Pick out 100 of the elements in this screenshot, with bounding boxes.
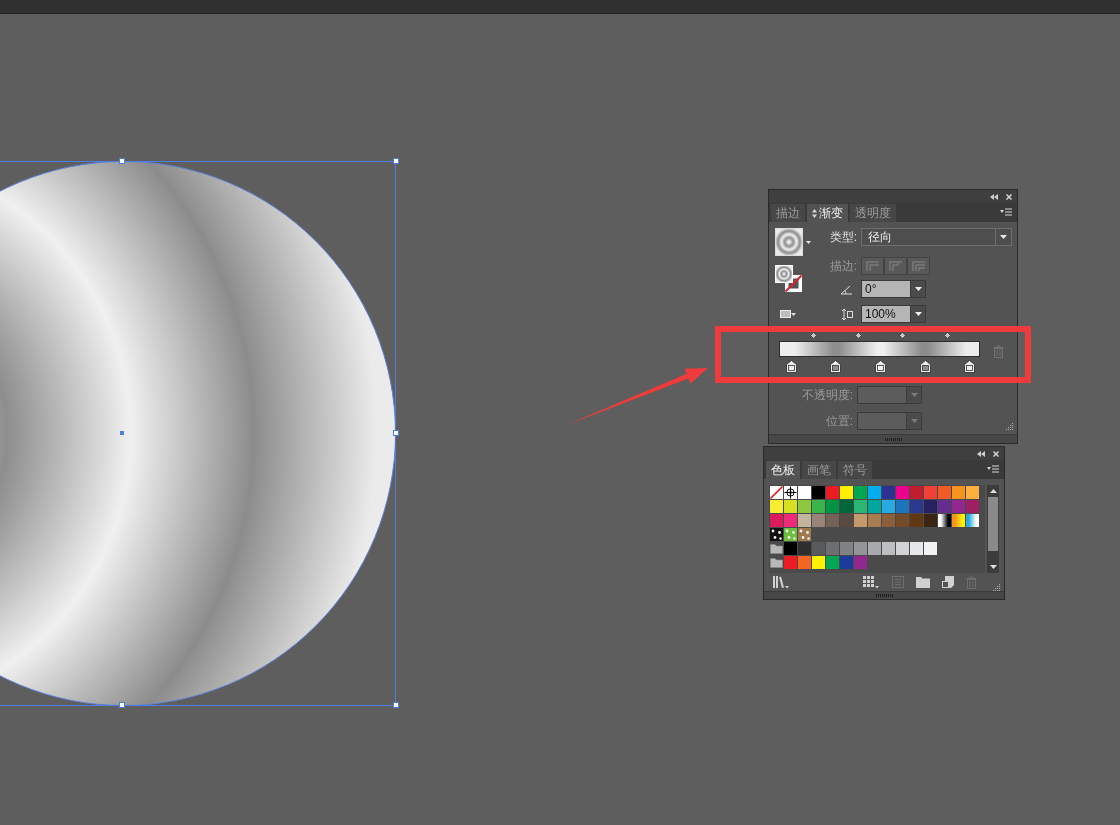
panel-tab[interactable]: 渐变 (807, 204, 848, 222)
close-icon[interactable] (993, 450, 999, 457)
diamond-icon[interactable] (944, 332, 952, 339)
color-swatch[interactable] (868, 486, 881, 499)
color-swatch[interactable] (840, 556, 853, 569)
dropdown-button[interactable] (911, 305, 926, 323)
color-swatch[interactable] (896, 486, 909, 499)
selection-handle[interactable] (393, 430, 399, 436)
scroll-down-icon[interactable] (989, 565, 997, 569)
aspect-ratio-field[interactable]: 100% (861, 305, 911, 323)
color-swatch[interactable] (840, 500, 853, 513)
color-swatch[interactable] (854, 486, 867, 499)
color-swatch[interactable] (784, 500, 797, 513)
gradient-swatch[interactable] (938, 514, 951, 527)
panel-tab[interactable]: 符号 (838, 461, 872, 479)
color-swatch[interactable] (784, 542, 797, 555)
dotted-swatch[interactable] (784, 528, 797, 541)
color-swatch[interactable] (910, 542, 923, 555)
folder-icon[interactable] (770, 542, 783, 555)
panel-tab[interactable]: 画笔 (802, 461, 836, 479)
scroll-up-icon[interactable] (989, 489, 997, 493)
color-swatch[interactable] (966, 486, 979, 499)
panel-menu-icon[interactable] (1000, 208, 1012, 216)
color-swatch[interactable] (854, 542, 867, 555)
color-swatch[interactable] (826, 500, 839, 513)
color-swatch[interactable] (966, 500, 979, 513)
color-swatch[interactable] (840, 514, 853, 527)
selection-handle[interactable] (119, 158, 125, 164)
folder-icon[interactable] (916, 576, 930, 588)
close-icon[interactable] (1006, 193, 1012, 200)
color-swatch[interactable] (812, 556, 825, 569)
panel-tab[interactable]: 透明度 (850, 204, 896, 222)
diamond-icon[interactable] (809, 332, 817, 339)
color-swatch[interactable] (826, 514, 839, 527)
gradient-swatch[interactable] (966, 514, 979, 527)
color-stop[interactable] (785, 360, 797, 373)
panel-menu-icon[interactable] (987, 465, 999, 473)
diamond-icon[interactable] (899, 332, 907, 339)
selection-handle[interactable] (393, 158, 399, 164)
color-swatch[interactable] (784, 514, 797, 527)
color-swatch[interactable] (952, 486, 965, 499)
dotted-swatch[interactable] (770, 528, 783, 541)
color-swatch[interactable] (854, 556, 867, 569)
color-swatch[interactable] (910, 500, 923, 513)
color-swatch[interactable] (882, 486, 895, 499)
color-swatch[interactable] (770, 500, 783, 513)
color-swatch[interactable] (784, 556, 797, 569)
slashed-swatch-icon[interactable] (770, 486, 783, 499)
grid-icon[interactable] (863, 575, 880, 589)
color-swatch[interactable] (854, 514, 867, 527)
color-swatch[interactable] (910, 514, 923, 527)
color-swatch[interactable] (882, 500, 895, 513)
color-stop[interactable] (830, 360, 842, 373)
color-swatch[interactable] (826, 556, 839, 569)
color-swatch[interactable] (812, 542, 825, 555)
color-swatch[interactable] (812, 514, 825, 527)
gradient-swatch[interactable] (952, 514, 965, 527)
color-swatch[interactable] (840, 486, 853, 499)
color-stop[interactable] (919, 360, 931, 373)
color-swatch[interactable] (854, 500, 867, 513)
selection-handle[interactable] (119, 702, 125, 708)
diamond-icon[interactable] (854, 332, 862, 339)
dotted-swatch[interactable] (798, 528, 811, 541)
color-swatch[interactable] (938, 500, 951, 513)
color-swatch[interactable] (924, 514, 937, 527)
color-swatch[interactable] (798, 556, 811, 569)
gradient-thumbnail[interactable] (775, 228, 803, 256)
color-swatch[interactable] (812, 486, 825, 499)
color-swatch[interactable] (770, 514, 783, 527)
color-swatch[interactable] (868, 542, 881, 555)
type-dropdown[interactable]: 径向 (861, 228, 1012, 246)
drag-handle-icon[interactable] (884, 437, 902, 441)
resize-grip-icon[interactable] (993, 583, 1001, 591)
color-swatch[interactable] (924, 486, 937, 499)
scrollbar-thumb[interactable] (988, 497, 998, 551)
color-swatch[interactable] (812, 500, 825, 513)
color-swatch[interactable] (798, 542, 811, 555)
gradient-slider[interactable] (779, 341, 980, 357)
color-stop[interactable] (964, 360, 976, 373)
color-swatch[interactable] (798, 514, 811, 527)
color-swatch[interactable] (868, 514, 881, 527)
up-down-icon[interactable] (812, 208, 817, 218)
collapse-icon[interactable] (977, 450, 985, 457)
resize-grip-icon[interactable] (1006, 422, 1014, 430)
color-swatch[interactable] (938, 486, 951, 499)
color-swatch[interactable] (896, 514, 909, 527)
color-swatch[interactable] (896, 542, 909, 555)
panel-tab[interactable]: 描边 (771, 204, 805, 222)
crosshair-swatch-icon[interactable] (784, 486, 797, 499)
selection-handle[interactable] (393, 702, 399, 708)
color-stop[interactable] (875, 360, 886, 373)
scrollbar[interactable] (987, 485, 999, 573)
collapse-icon[interactable] (990, 193, 998, 200)
new-page-icon[interactable] (942, 576, 954, 588)
color-swatch[interactable] (952, 500, 965, 513)
panel-tab[interactable]: 色板 (766, 461, 800, 479)
folder-icon[interactable] (770, 556, 783, 569)
color-swatch[interactable] (868, 500, 881, 513)
dropdown-button[interactable] (911, 280, 926, 298)
color-swatch[interactable] (798, 486, 811, 499)
